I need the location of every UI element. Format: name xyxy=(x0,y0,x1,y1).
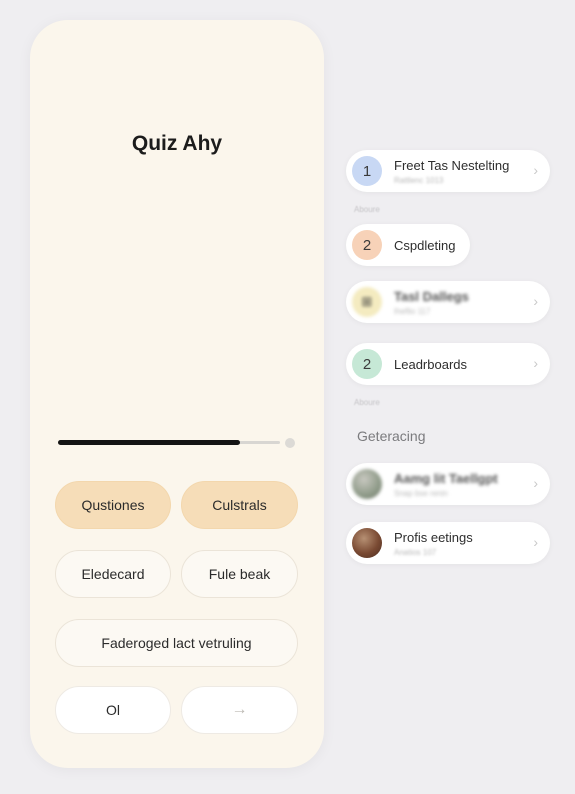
menu-item-5[interactable]: Aamg lit Taellgpt Snap bse renin › xyxy=(346,463,550,505)
menu-item-label: Leadrboards xyxy=(394,356,467,372)
elecard-button[interactable]: Eledecard xyxy=(55,550,171,598)
menu-item-badge: 2 xyxy=(352,230,382,260)
menu-item-1[interactable]: 1 Freet Tas Nestelting Rattlenc 1013 › xyxy=(346,150,550,192)
menu-item-leaderboards[interactable]: 2 Leadrboards › xyxy=(346,343,550,385)
quiz-progress-fill xyxy=(58,440,241,445)
section-label: Aboure xyxy=(354,398,380,407)
menu-item-2[interactable]: 2 Cspdleting xyxy=(346,224,470,266)
wide-option-button[interactable]: Faderoged lact vetruling xyxy=(55,619,298,667)
fule-beak-button[interactable]: Fule beak xyxy=(181,550,298,598)
cultstrals-button[interactable]: Culstrals xyxy=(181,481,298,529)
chevron-right-icon: › xyxy=(533,534,538,550)
menu-item-label: Profis eetings xyxy=(394,529,473,545)
menu-item-label: Aamg lit Taellgpt xyxy=(394,470,498,486)
chevron-right-icon: › xyxy=(533,475,538,491)
app-stage: Quiz Ahy Qustiones Culstrals Eledecard F… xyxy=(0,0,575,794)
section-label: Aboure xyxy=(354,205,380,214)
menu-item-sub: Iheflio 117 xyxy=(394,306,431,316)
quiz-card: Quiz Ahy Qustiones Culstrals Eledecard F… xyxy=(30,20,324,768)
arrow-right-icon: → xyxy=(231,701,248,718)
menu-item-3[interactable]: ⊞ Tasl Dallegs Iheflio 117 › xyxy=(346,281,550,323)
menu-item-sub: Anatios 107 xyxy=(394,547,437,557)
quiz-title: Quiz Ahy xyxy=(131,132,223,155)
menu-item-label: Tasl Dallegs xyxy=(394,288,469,304)
menu-item-profile-settings[interactable]: Profis eetings Anatios 107 › xyxy=(346,522,550,564)
menu-item-sub: Rattlenc 1013 xyxy=(394,175,444,185)
progress-end-dot xyxy=(285,438,295,448)
avatar xyxy=(352,528,382,558)
menu-item-label: Cspdleting xyxy=(394,237,456,253)
menu-item-badge: 2 xyxy=(352,349,382,379)
menu-item-sub: Snap bse renin xyxy=(394,488,448,498)
avatar xyxy=(352,469,382,499)
menu-item-label: Freet Tas Nestelting xyxy=(394,157,510,173)
section-heading: Geteracing xyxy=(357,428,426,444)
questions-button[interactable]: Qustiones xyxy=(55,481,171,529)
quiz-progress-bar xyxy=(58,440,280,445)
chevron-right-icon: › xyxy=(533,162,538,178)
grid-icon: ⊞ xyxy=(352,287,382,317)
chevron-right-icon: › xyxy=(533,355,538,371)
next-button[interactable]: → xyxy=(181,686,298,734)
ok-button[interactable]: Ol xyxy=(55,686,171,734)
chevron-right-icon: › xyxy=(533,293,538,309)
menu-item-badge: 1 xyxy=(352,156,382,186)
